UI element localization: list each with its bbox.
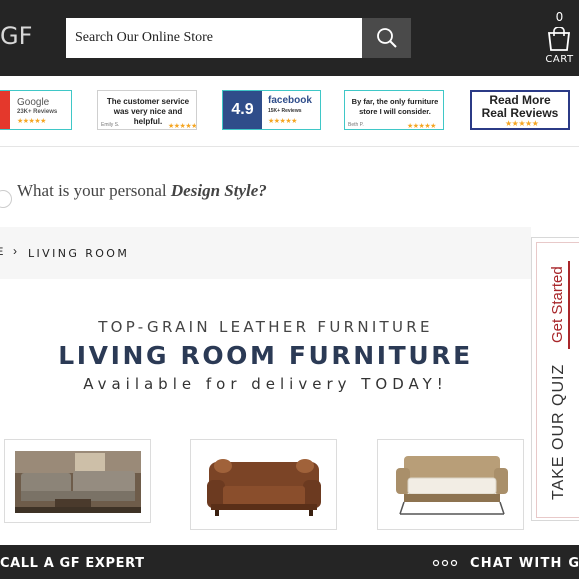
star-rating-icon: ★★★★★ [268, 118, 297, 125]
reviews-strip: Google 23K+ Reviews ★★★★★ The customer s… [0, 90, 579, 132]
gf-logo[interactable]: GF [0, 22, 32, 50]
brown-sofa-image [207, 459, 321, 516]
design-style-prefix: What is your personal [17, 181, 171, 200]
cart-button[interactable]: 0 CART [540, 8, 579, 68]
call-expert-button[interactable]: CALL A GF EXPERT [0, 556, 145, 571]
breadcrumb-current: LIVING ROOM [28, 247, 130, 260]
search-input[interactable] [66, 18, 362, 58]
quiz-get-started: Get Started [549, 261, 570, 349]
google-reviews-badge[interactable]: Google 23K+ Reviews ★★★★★ [0, 90, 72, 130]
review-quote-badge-1[interactable]: The customer service was very nice and h… [97, 90, 197, 130]
more-dots-icon [432, 559, 458, 567]
review-author: Beth P. [348, 122, 364, 128]
divider [0, 146, 579, 147]
page-subtitle: TOP-GRAIN LEATHER FURNITURE [98, 318, 433, 336]
read-more-line1: Read More [489, 93, 551, 107]
product-card[interactable] [377, 439, 524, 530]
design-style-link[interactable]: What is your personal Design Style? [17, 181, 267, 201]
shopping-bag-icon [547, 27, 571, 51]
take-quiz-tab[interactable]: Get Started TAKE OUR QUIZ [531, 237, 579, 521]
review-author: Emily S. [101, 122, 120, 128]
google-label: Google [17, 97, 50, 108]
star-rating-icon: ★★★★★ [407, 123, 436, 130]
star-rating-icon: ★★★★★ [17, 118, 46, 125]
quiz-title: TAKE OUR QUIZ [550, 363, 567, 501]
read-more-reviews-button[interactable]: Read More Real Reviews ★★★★★ [470, 90, 570, 130]
google-review-count: 23K+ Reviews [17, 109, 58, 115]
review-quote-badge-2[interactable]: By far, the only furniture store I will … [344, 90, 444, 130]
cart-label: CART [545, 54, 574, 65]
chat-button[interactable]: CHAT WITH GF [470, 556, 579, 571]
page-title: LIVING ROOM FURNITURE [58, 341, 473, 370]
facebook-label: facebook [268, 95, 312, 106]
star-rating-icon: ★★★★★ [505, 119, 539, 128]
search-icon [376, 28, 397, 48]
google-logo-icon [0, 91, 10, 129]
sleeper-sofa-image [396, 456, 508, 515]
sectional-sofa-image [15, 451, 141, 513]
availability-text: Available for delivery TODAY! [83, 375, 448, 393]
facebook-review-count: 15K+ Reviews [268, 108, 302, 114]
design-style-emphasis: Design Style? [170, 181, 267, 200]
facebook-reviews-badge[interactable]: 4.9 facebook 15K+ Reviews ★★★★★ [222, 90, 321, 130]
search-button[interactable] [362, 18, 411, 58]
cart-count: 0 [555, 10, 564, 24]
star-rating-icon: ★★★★★ [168, 123, 197, 130]
product-card[interactable] [4, 439, 151, 523]
read-more-line2: Real Reviews [481, 106, 559, 120]
quiz-tab-frame: Get Started TAKE OUR QUIZ [536, 242, 579, 518]
facebook-rating: 4.9 [223, 91, 262, 129]
product-card[interactable] [190, 439, 337, 530]
breadcrumb-home-link[interactable]: E [0, 246, 5, 258]
review-quote-text: By far, the only furniture store I will … [351, 97, 439, 116]
design-style-icon [0, 190, 12, 208]
chevron-right-icon: › [13, 244, 17, 258]
